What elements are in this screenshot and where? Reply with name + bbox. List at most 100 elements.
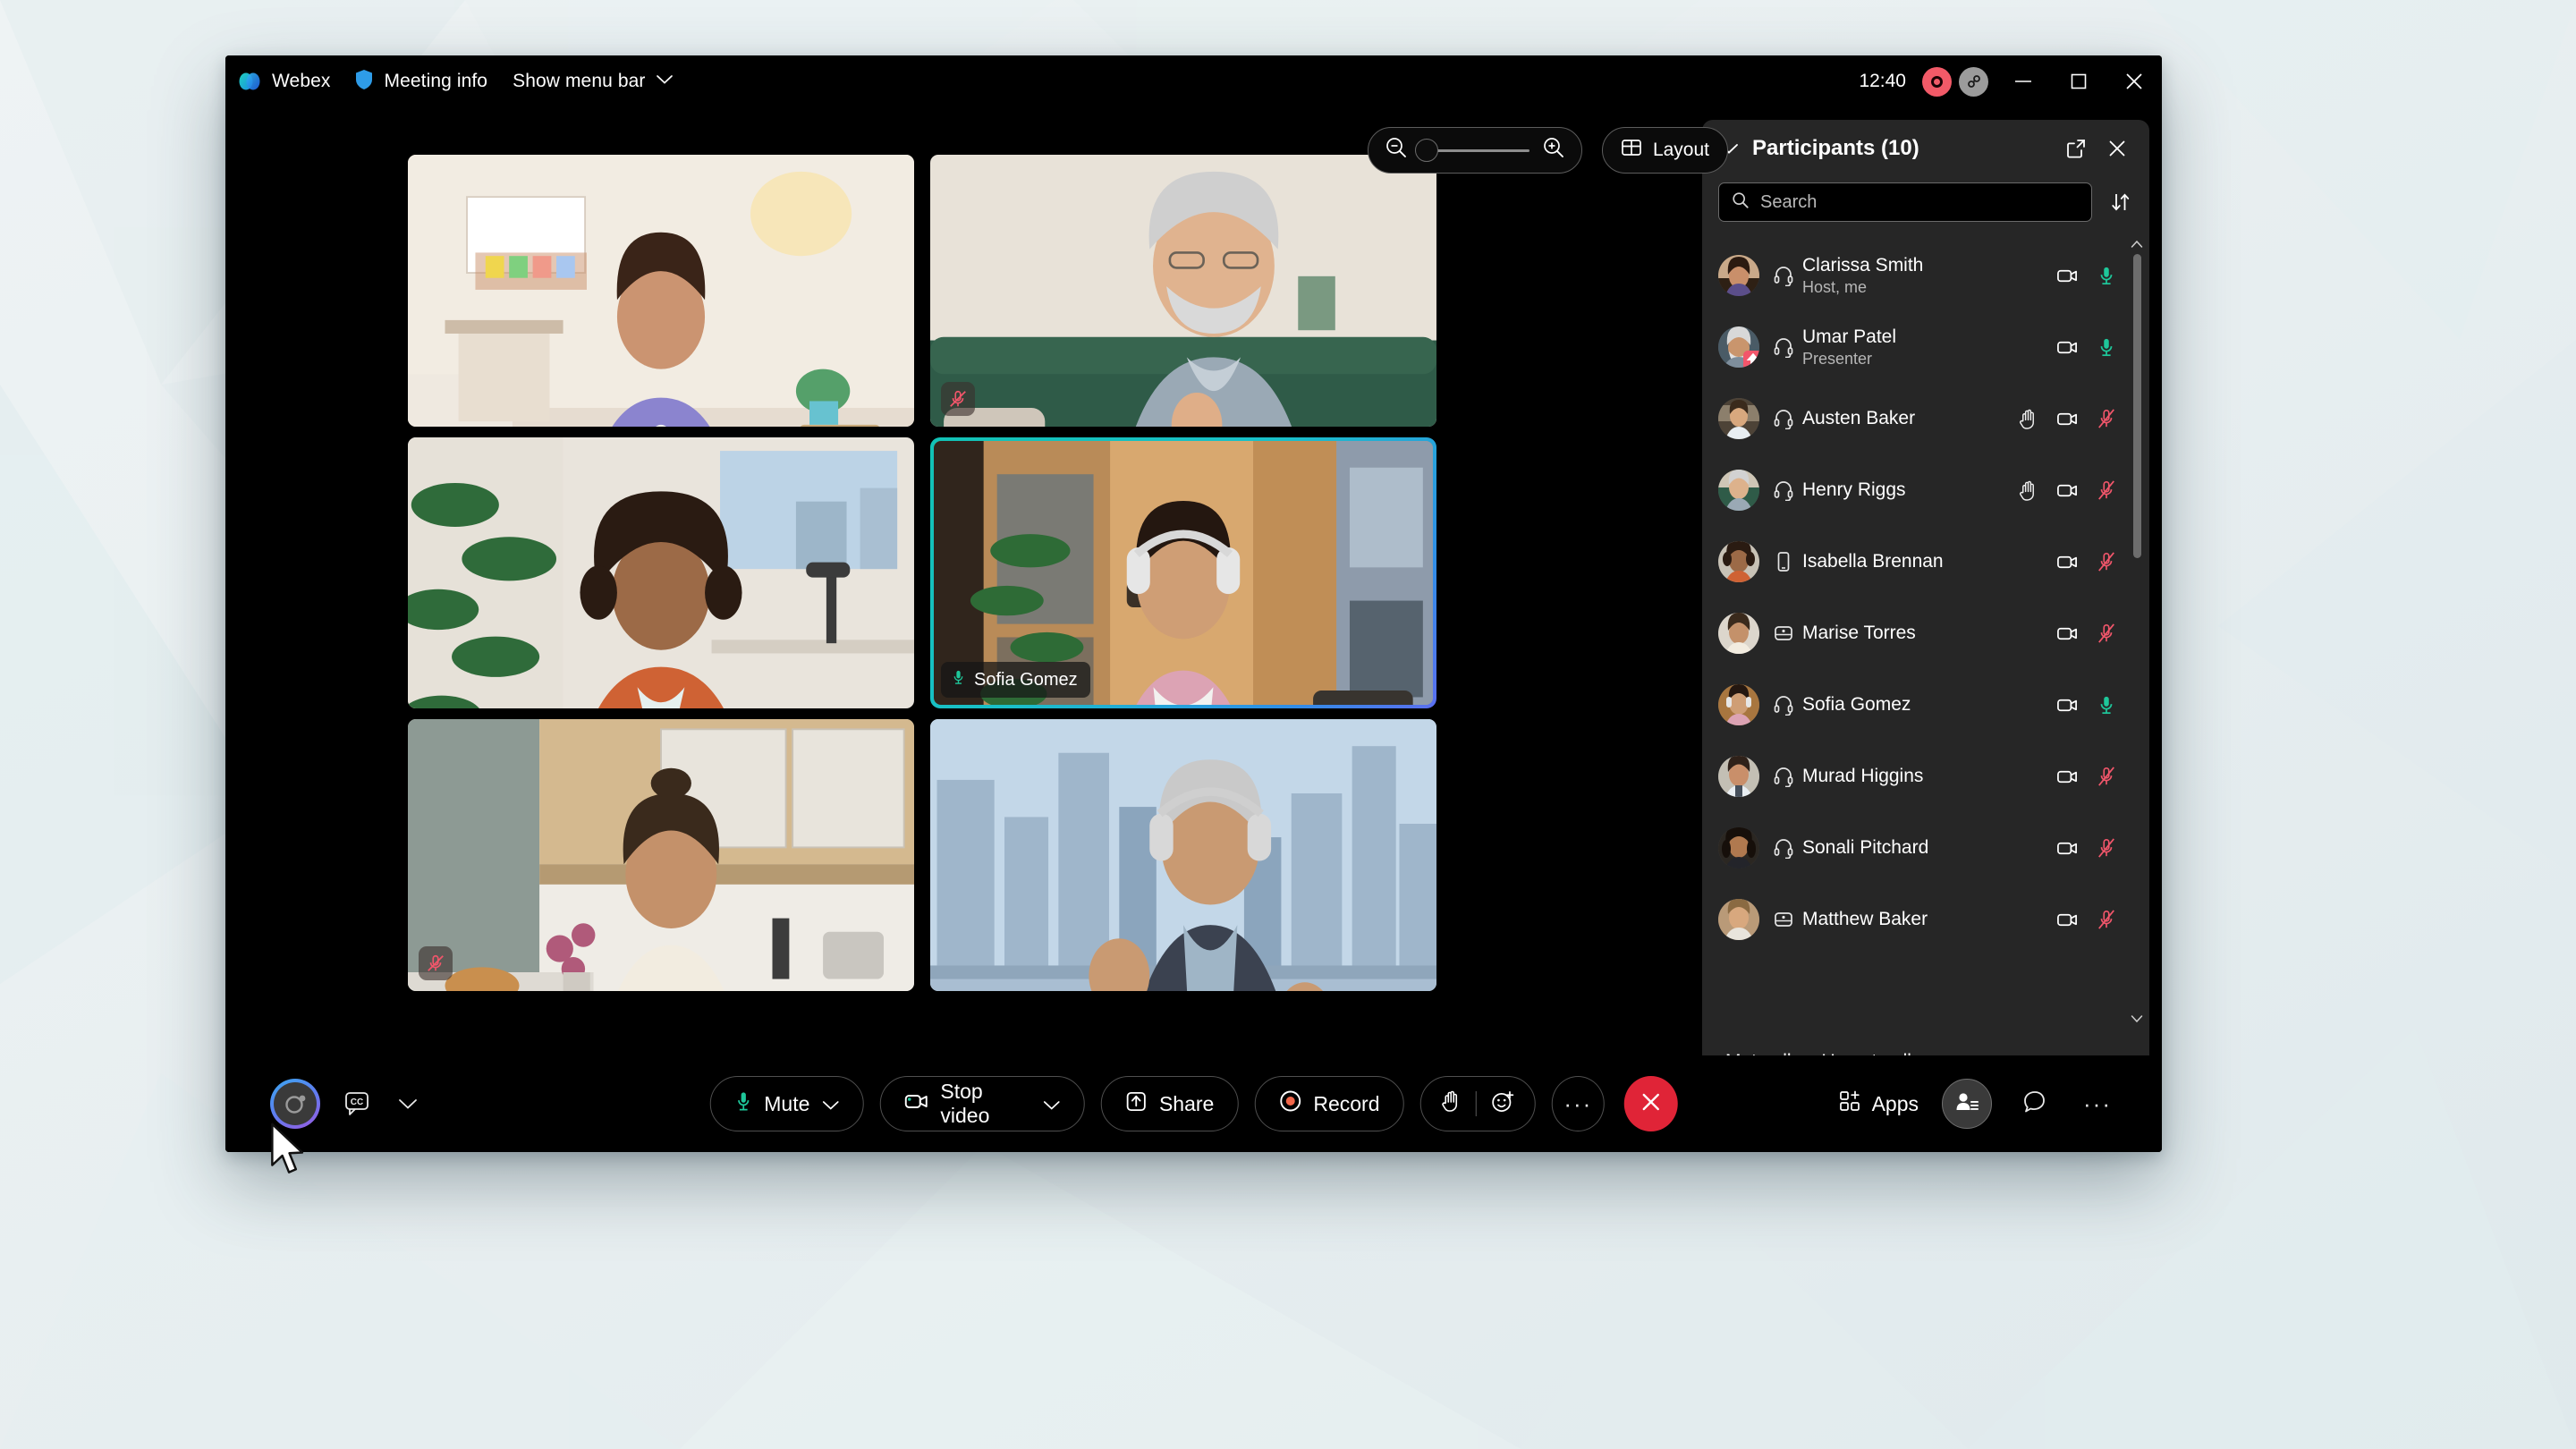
mic-muted-icon[interactable] <box>2087 551 2126 572</box>
presenter-badge-icon <box>1743 351 1759 368</box>
mute-button[interactable]: Mute <box>709 1076 864 1131</box>
participant-row[interactable]: Matthew Baker <box>1702 884 2149 955</box>
zoom-out-icon[interactable] <box>1385 136 1408 165</box>
stop-video-button[interactable]: Stop video <box>879 1076 1085 1131</box>
mic-muted-icon[interactable] <box>2087 909 2126 930</box>
participant-row[interactable]: Clarissa Smith Host, me <box>1702 240 2149 311</box>
avatar <box>1718 827 1759 869</box>
video-chevron-down-icon[interactable] <box>1043 1092 1061 1116</box>
meeting-info-label: Meeting info <box>384 71 488 91</box>
captions-chevron-down-icon[interactable] <box>388 1084 428 1123</box>
video-on-icon[interactable] <box>2047 479 2087 502</box>
raise-hand-icon[interactable] <box>2008 409 2047 429</box>
mic-muted-icon[interactable] <box>2087 766 2126 787</box>
video-on-icon <box>903 1090 928 1117</box>
mic-unmuted-icon[interactable] <box>2087 336 2126 358</box>
layout-button[interactable]: Layout <box>1601 127 1728 174</box>
video-tile[interactable] <box>408 155 914 427</box>
video-on-icon[interactable] <box>2047 837 2087 860</box>
zoom-slider[interactable] <box>1414 139 1530 162</box>
raise-hand-icon[interactable] <box>1441 1089 1462 1118</box>
more-options-button[interactable]: ··· <box>1551 1076 1606 1131</box>
video-tile[interactable] <box>408 719 914 991</box>
participant-row[interactable]: Isabella Brennan <box>1702 526 2149 597</box>
zoom-in-icon[interactable] <box>1542 136 1565 165</box>
participant-row[interactable]: Sofia Gomez <box>1702 669 2149 741</box>
chat-bubble-icon <box>2022 1089 2047 1119</box>
video-tile[interactable] <box>930 719 1436 991</box>
zoom-slider-control[interactable] <box>1367 127 1582 174</box>
participants-panel-header: Participants (10) <box>1702 120 2149 177</box>
participant-row[interactable]: Murad Higgins <box>1702 741 2149 812</box>
video-on-icon[interactable] <box>2047 766 2087 788</box>
participants-toggle-button[interactable] <box>1942 1079 1992 1129</box>
share-button[interactable]: Share <box>1100 1076 1239 1131</box>
mic-muted-badge <box>941 381 975 416</box>
mute-chevron-down-icon[interactable] <box>821 1092 839 1116</box>
avatar <box>1718 470 1759 511</box>
participant-row[interactable]: Henry Riggs <box>1702 454 2149 526</box>
layout-button-label: Layout <box>1652 140 1709 160</box>
video-on-icon[interactable] <box>2047 551 2087 573</box>
app-name-label: Webex <box>272 71 331 91</box>
participant-row[interactable]: Austen Baker <box>1702 383 2149 454</box>
participant-name-block: Matthew Baker <box>1802 908 2047 931</box>
active-speaker-name: Sofia Gomez <box>974 669 1078 690</box>
link-status-icon[interactable] <box>1959 66 1988 97</box>
recording-indicator-icon[interactable] <box>1922 66 1952 97</box>
participant-name-block: Sofia Gomez <box>1802 693 2047 716</box>
video-on-icon[interactable] <box>2047 408 2087 430</box>
apps-button[interactable]: Apps <box>1838 1089 1919 1118</box>
scroll-up-icon[interactable] <box>2130 236 2144 252</box>
video-tile[interactable] <box>408 436 914 709</box>
participants-scrollbar[interactable] <box>2130 236 2144 1027</box>
show-menu-bar-button[interactable]: Show menu bar <box>500 55 686 107</box>
maximize-button[interactable] <box>2051 55 2106 107</box>
webex-assistant-button[interactable] <box>270 1079 320 1129</box>
avatar <box>1718 613 1759 654</box>
close-panel-button[interactable] <box>2099 131 2135 166</box>
avatar <box>1718 541 1759 582</box>
mic-muted-icon[interactable] <box>2087 479 2126 501</box>
zoom-slider-thumb[interactable] <box>1414 139 1438 162</box>
minimize-button[interactable] <box>1996 55 2051 107</box>
chat-button[interactable] <box>2015 1084 2055 1123</box>
search-box[interactable] <box>1718 182 2092 222</box>
video-tile-active-speaker[interactable]: Sofia Gomez <box>930 436 1436 709</box>
closed-captions-icon[interactable]: CC <box>338 1084 377 1123</box>
toolbar-options-button[interactable]: ··· <box>2078 1084 2117 1123</box>
toolbar-left-group: CC <box>225 1079 428 1129</box>
open-in-new-window-icon[interactable] <box>2058 131 2094 166</box>
video-on-icon[interactable] <box>2047 694 2087 716</box>
meeting-info-button[interactable]: Meeting info <box>343 55 500 107</box>
video-tile[interactable] <box>930 155 1436 427</box>
video-on-icon[interactable] <box>2047 336 2087 359</box>
video-on-icon[interactable] <box>2047 909 2087 931</box>
reactions-icon[interactable] <box>1491 1089 1515 1119</box>
mic-muted-icon[interactable] <box>2087 408 2126 429</box>
avatar <box>1718 899 1759 940</box>
mic-muted-icon[interactable] <box>2087 623 2126 644</box>
search-icon <box>1732 191 1750 214</box>
mic-unmuted-icon[interactable] <box>2087 694 2126 716</box>
video-on-icon[interactable] <box>2047 265 2087 287</box>
chevron-down-icon <box>656 73 674 89</box>
mic-muted-badge <box>419 945 453 980</box>
participant-row[interactable]: Umar Patel Presenter <box>1702 311 2149 383</box>
close-button[interactable] <box>2106 55 2162 107</box>
search-input[interactable] <box>1760 191 2079 213</box>
scroll-down-icon[interactable] <box>2130 1011 2144 1027</box>
record-button[interactable]: Record <box>1254 1076 1404 1131</box>
leave-meeting-button[interactable] <box>1624 1076 1678 1131</box>
sort-icon[interactable] <box>2105 186 2137 218</box>
video-grid: Sofia Gomez <box>408 155 1436 991</box>
participant-row[interactable]: Marise Torres <box>1702 597 2149 669</box>
participant-row[interactable]: Sonali Pitchard <box>1702 812 2149 884</box>
mic-muted-icon[interactable] <box>2087 837 2126 859</box>
participant-list[interactable]: Clarissa Smith Host, me Umar Patel Prese… <box>1702 234 2149 1027</box>
video-on-icon[interactable] <box>2047 623 2087 645</box>
toolbar-center-group: Mute Stop video Share Record ··· <box>709 1076 1678 1131</box>
raise-hand-icon[interactable] <box>2008 480 2047 501</box>
scrollbar-thumb[interactable] <box>2133 254 2141 558</box>
mic-unmuted-icon[interactable] <box>2087 265 2126 286</box>
